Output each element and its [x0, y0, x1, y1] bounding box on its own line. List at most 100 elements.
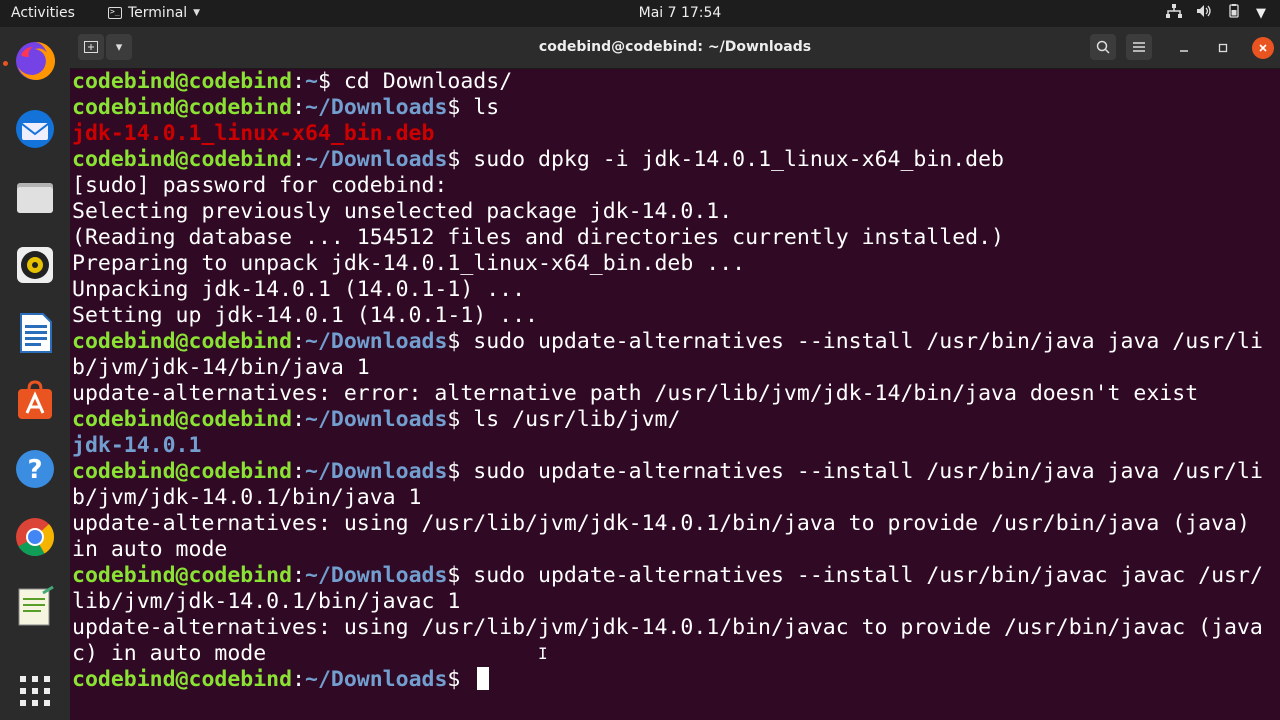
output-text: update-alternatives: using /usr/lib/jvm/… — [72, 511, 1250, 536]
firefox-icon[interactable] — [11, 37, 59, 85]
terminal-line: c) in auto mode — [72, 641, 1268, 667]
app-menu-label: Terminal — [128, 5, 188, 21]
prompt-user: codebind@codebind — [72, 69, 293, 94]
terminal-line: codebind@codebind:~/Downloads$ ls /usr/l… — [72, 407, 681, 432]
minimize-icon — [1180, 50, 1188, 52]
terminal-line: (Reading database ... 154512 files and d… — [72, 225, 1268, 251]
title-bar[interactable]: ▾ codebind@codebind: ~/Downloads — [70, 27, 1280, 69]
prompt-user: codebind@codebind — [72, 667, 293, 692]
close-button[interactable] — [1252, 37, 1274, 59]
prompt-user: codebind@codebind — [72, 459, 293, 484]
libreoffice-writer-icon[interactable] — [11, 309, 59, 357]
text-editor-icon[interactable] — [11, 583, 59, 631]
output-text: Unpacking jdk-14.0.1 (14.0.1-1) ... — [72, 277, 526, 302]
terminal-line: codebind@codebind:~/Downloads$ sudo dpkg… — [72, 147, 1005, 172]
output-text: lib/jvm/jdk-14.0.1/bin/javac 1 — [72, 589, 461, 614]
prompt-path: ~/Downloads — [305, 329, 448, 354]
chrome-icon[interactable] — [11, 513, 59, 561]
hamburger-menu-button[interactable] — [1126, 34, 1152, 60]
running-indicator — [3, 61, 8, 66]
terminal-cursor — [477, 667, 490, 690]
dock: ? — [0, 27, 70, 720]
output-text: [sudo] password for codebind: — [72, 173, 448, 198]
terminal-line: codebind@codebind:~/Downloads$ sudo upda… — [72, 329, 1263, 354]
terminal-line: jdk-14.0.1_linux-x64_bin.deb — [72, 121, 1268, 147]
command-text: sudo update-alternatives --install /usr/… — [473, 563, 1263, 588]
maximize-button[interactable] — [1212, 37, 1234, 59]
output-text: in auto mode — [72, 537, 228, 562]
terminal-line: codebind@codebind:~/Downloads$ sudo upda… — [72, 459, 1263, 484]
output-text: update-alternatives: error: alternative … — [72, 381, 1199, 406]
terminal-line: codebind@codebind:~/Downloads$ ls — [72, 95, 500, 120]
clock[interactable]: Mai 7 17:54 — [600, 5, 760, 21]
terminal-line: Selecting previously unselected package … — [72, 199, 1268, 225]
terminal-output[interactable]: codebind@codebind:~$ cd Downloads/codebi… — [72, 69, 1268, 719]
terminal-line: [sudo] password for codebind: — [72, 173, 1268, 199]
terminal-line: lib/jvm/jdk-14.0.1/bin/javac 1 — [72, 589, 1268, 615]
output-text: update-alternatives: using /usr/lib/jvm/… — [72, 615, 1263, 640]
battery-icon — [1226, 4, 1242, 22]
terminal-line: update-alternatives: error: alternative … — [72, 381, 1268, 407]
power-menu-icon: ▼ — [1256, 5, 1266, 21]
prompt-path: ~/Downloads — [305, 95, 448, 120]
thunderbird-icon[interactable] — [11, 105, 59, 153]
output-text: Preparing to unpack jdk-14.0.1_linux-x64… — [72, 251, 746, 276]
prompt-path: ~/Downloads — [305, 667, 448, 692]
command-text: sudo update-alternatives --install /usr/… — [473, 459, 1263, 484]
minimize-button[interactable] — [1173, 37, 1195, 59]
terminal-line: Setting up jdk-14.0.1 (14.0.1-1) ... — [72, 303, 1268, 329]
network-icon — [1166, 4, 1182, 22]
command-text: sudo update-alternatives --install /usr/… — [473, 329, 1263, 354]
directory-listing: jdk-14.0.1 — [72, 433, 202, 458]
terminal-icon: >_ — [108, 7, 122, 19]
output-text: b/jvm/jdk-14.0.1/bin/java 1 — [72, 485, 422, 510]
prompt-user: codebind@codebind — [72, 329, 293, 354]
terminal-line: codebind@codebind:~$ cd Downloads/ — [72, 69, 513, 94]
terminal-line: b/jvm/jdk-14/bin/java 1 — [72, 355, 1268, 381]
scrollbar[interactable] — [1272, 69, 1280, 719]
terminal-line: in auto mode — [72, 537, 1268, 563]
prompt-path: ~/Downloads — [305, 459, 448, 484]
command-text: sudo dpkg -i jdk-14.0.1_linux-x64_bin.de… — [473, 147, 1005, 172]
terminal-line: codebind@codebind:~/Downloads$ sudo upda… — [72, 563, 1263, 588]
rhythmbox-icon[interactable] — [11, 241, 59, 289]
output-text: Selecting previously unselected package … — [72, 199, 733, 224]
output-text: b/jvm/jdk-14/bin/java 1 — [72, 355, 370, 380]
app-menu[interactable]: >_ Terminal ▼ — [108, 5, 200, 21]
prompt-path: ~/Downloads — [305, 407, 448, 432]
search-icon — [1096, 40, 1110, 54]
maximize-icon — [1218, 43, 1228, 53]
terminal-line: b/jvm/jdk-14.0.1/bin/java 1 — [72, 485, 1268, 511]
command-text: ls — [473, 95, 500, 120]
hamburger-icon — [1133, 42, 1145, 52]
activities-button[interactable]: Activities — [11, 5, 75, 21]
output-text: (Reading database ... 154512 files and d… — [72, 225, 1004, 250]
chevron-down-icon: ▼ — [193, 8, 201, 18]
close-icon — [1259, 44, 1267, 52]
top-bar: Activities >_ Terminal ▼ Mai 7 17:54 ▼ — [0, 0, 1280, 27]
terminal-line: jdk-14.0.1 — [72, 433, 1268, 459]
files-icon[interactable] — [11, 173, 59, 221]
prompt-user: codebind@codebind — [72, 95, 293, 120]
help-icon[interactable]: ? — [11, 445, 59, 493]
prompt-path: ~ — [305, 69, 318, 94]
prompt-user: codebind@codebind — [72, 563, 293, 588]
command-text: ls /usr/lib/jvm/ — [473, 407, 681, 432]
search-button[interactable] — [1090, 34, 1116, 60]
show-apps-icon[interactable] — [11, 667, 59, 715]
terminal-window: ▾ codebind@codebind: ~/Downloads codebin… — [70, 27, 1280, 720]
terminal-line: Unpacking jdk-14.0.1 (14.0.1-1) ... — [72, 277, 1268, 303]
output-text: c) in auto mode — [72, 641, 267, 666]
prompt-path: ~/Downloads — [305, 563, 448, 588]
prompt-user: codebind@codebind — [72, 147, 293, 172]
software-icon[interactable] — [11, 377, 59, 425]
volume-icon — [1196, 4, 1212, 22]
terminal-line: Preparing to unpack jdk-14.0.1_linux-x64… — [72, 251, 1268, 277]
output-text: Setting up jdk-14.0.1 (14.0.1-1) ... — [72, 303, 538, 328]
command-text: cd Downloads/ — [343, 69, 513, 94]
system-tray[interactable]: ▼ — [1166, 4, 1266, 22]
prompt-user: codebind@codebind — [72, 407, 293, 432]
terminal-line: update-alternatives: using /usr/lib/jvm/… — [72, 615, 1268, 641]
terminal-line: update-alternatives: using /usr/lib/jvm/… — [72, 511, 1268, 537]
terminal-line: codebind@codebind:~/Downloads$ — [72, 667, 1268, 693]
